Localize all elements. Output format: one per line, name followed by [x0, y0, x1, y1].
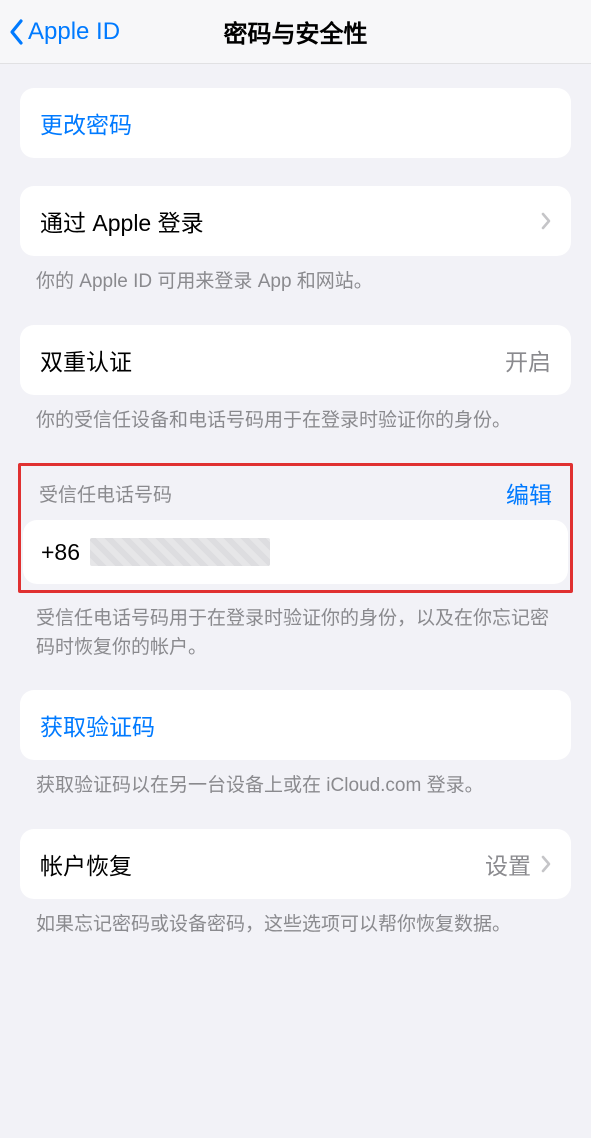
trusted-phone-edit-button[interactable]: 编辑	[506, 476, 552, 510]
account-recovery-cell[interactable]: 帐户恢复 设置	[20, 829, 571, 899]
group-two-factor: 双重认证 开启 你的受信任设备和电话号码用于在登录时验证你的身份。	[0, 325, 591, 436]
group-trusted-phone: 受信任电话号码 编辑 +86 受信任电话号码用于在登录时验证你的身份，以及在你忘…	[0, 463, 591, 662]
sign-in-with-apple-footer: 你的 Apple ID 可用来登录 App 和网站。	[0, 256, 591, 297]
trusted-phone-highlight: 受信任电话号码 编辑 +86	[18, 463, 573, 593]
trusted-phone-footer: 受信任电话号码用于在登录时验证你的身份，以及在你忘记密码时恢复你的帐户。	[0, 593, 591, 662]
two-factor-footer: 你的受信任设备和电话号码用于在登录时验证你的身份。	[0, 395, 591, 436]
navbar: Apple ID 密码与安全性	[0, 0, 591, 64]
group-get-code: 获取验证码 获取验证码以在另一台设备上或在 iCloud.com 登录。	[0, 690, 591, 801]
account-recovery-footer: 如果忘记密码或设备密码，这些选项可以帮你恢复数据。	[0, 899, 591, 940]
trusted-phone-redacted	[90, 538, 270, 566]
chevron-right-icon	[541, 855, 551, 873]
two-factor-value: 开启	[505, 343, 551, 377]
chevron-right-icon	[541, 212, 551, 230]
back-label: Apple ID	[28, 18, 120, 46]
sign-in-with-apple-label: 通过 Apple 登录	[40, 204, 204, 238]
get-code-footer: 获取验证码以在另一台设备上或在 iCloud.com 登录。	[0, 760, 591, 801]
trusted-phone-header: 受信任电话号码	[39, 480, 172, 507]
group-account-recovery: 帐户恢复 设置 如果忘记密码或设备密码，这些选项可以帮你恢复数据。	[0, 829, 591, 940]
page-title: 密码与安全性	[224, 14, 368, 49]
trusted-phone-cell[interactable]: +86	[23, 520, 568, 584]
sign-in-with-apple-cell[interactable]: 通过 Apple 登录	[20, 186, 571, 256]
two-factor-cell[interactable]: 双重认证 开启	[20, 325, 571, 395]
content: 更改密码 通过 Apple 登录 你的 Apple ID 可用来登录 App 和…	[0, 88, 591, 979]
account-recovery-value: 设置	[485, 847, 531, 881]
trusted-phone-prefix: +86	[41, 539, 80, 566]
get-code-cell[interactable]: 获取验证码	[20, 690, 571, 760]
chevron-left-icon	[8, 18, 26, 46]
get-code-label: 获取验证码	[40, 708, 155, 742]
two-factor-label: 双重认证	[40, 343, 132, 377]
group-sign-in-with-apple: 通过 Apple 登录 你的 Apple ID 可用来登录 App 和网站。	[0, 186, 591, 297]
account-recovery-label: 帐户恢复	[40, 847, 132, 881]
change-password-cell[interactable]: 更改密码	[20, 88, 571, 158]
change-password-label: 更改密码	[40, 106, 132, 140]
group-change-password: 更改密码	[0, 88, 591, 158]
back-button[interactable]: Apple ID	[0, 18, 120, 46]
